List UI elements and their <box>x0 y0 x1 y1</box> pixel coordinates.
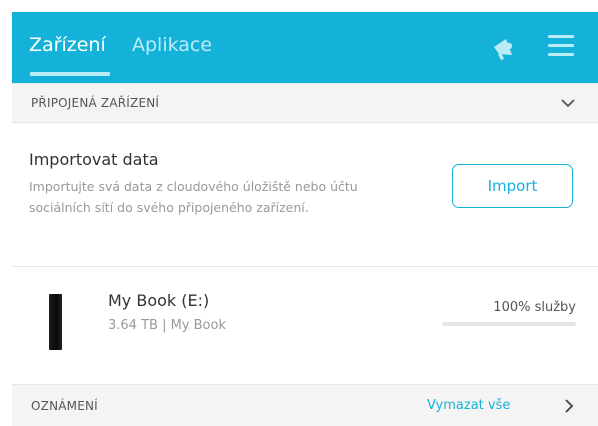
connected-devices-section[interactable]: PŘIPOJENÁ ZAŘÍZENÍ <box>12 83 598 123</box>
usage-label: 100% služby <box>493 300 576 315</box>
import-description: Importujte svá data z cloudového úložišt… <box>29 179 358 215</box>
chevron-right-icon[interactable] <box>563 398 575 414</box>
drive-icon <box>49 294 62 350</box>
notifications-section[interactable]: OZNÁMENÍ Vymazat vše <box>12 384 598 426</box>
divider <box>12 266 598 267</box>
usage-bar <box>442 322 576 326</box>
import-button[interactable]: Import <box>452 164 573 208</box>
app-header: Zařízení Aplikace <box>12 12 598 83</box>
menu-icon[interactable] <box>548 35 574 57</box>
megaphone-icon[interactable] <box>488 33 518 63</box>
tab-devices[interactable]: Zařízení <box>29 32 106 58</box>
tab-apps[interactable]: Aplikace <box>132 32 212 58</box>
chevron-down-icon[interactable] <box>560 97 576 109</box>
device-name[interactable]: My Book (E:) <box>108 291 209 310</box>
import-title: Importovat data <box>29 150 159 169</box>
active-tab-indicator <box>30 72 110 76</box>
section-title: OZNÁMENÍ <box>31 399 98 413</box>
device-details: 3.64 TB | My Book <box>108 318 226 333</box>
clear-all-link[interactable]: Vymazat vše <box>427 398 510 413</box>
section-title: PŘIPOJENÁ ZAŘÍZENÍ <box>31 96 160 110</box>
